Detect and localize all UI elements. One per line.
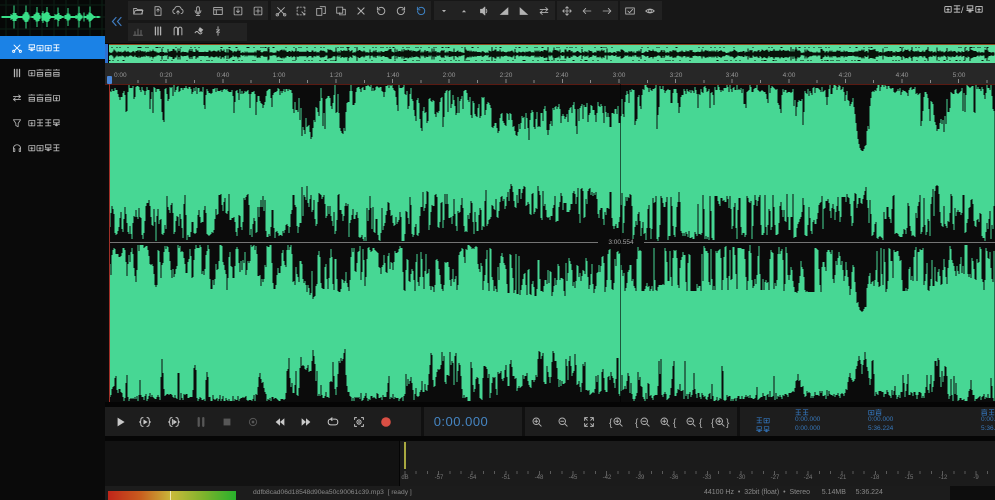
svg-text:{: {: [673, 418, 677, 429]
svg-text:{: {: [609, 418, 613, 429]
svg-text:/: /: [961, 5, 964, 15]
svg-text:{: {: [635, 418, 639, 429]
svg-text:{: {: [711, 418, 715, 429]
svg-text:}: }: [726, 418, 730, 429]
svg-text:{: {: [699, 418, 703, 429]
